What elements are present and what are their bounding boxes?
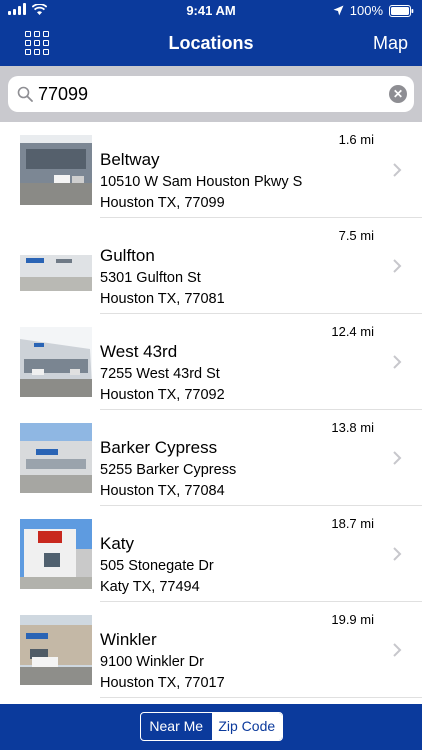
list-item[interactable]: Barker Cypress 5255 Barker Cypress Houst… (0, 410, 422, 506)
location-distance: 19.9 mi (331, 612, 374, 627)
location-address: 5255 Barker Cypress (100, 462, 237, 478)
search-mode-segmented-control: Near Me Zip Code (140, 712, 283, 741)
location-photo (20, 615, 92, 685)
list-item[interactable]: West 43rd 7255 West 43rd St Houston TX, … (0, 314, 422, 410)
location-name: Barker Cypress (100, 438, 218, 457)
near-me-tab[interactable]: Near Me (141, 713, 212, 740)
chevron-right-icon (393, 643, 402, 657)
location-address: 10510 W Sam Houston Pkwy S (100, 174, 303, 190)
chevron-right-icon (393, 259, 402, 273)
chevron-right-icon (393, 163, 402, 177)
bottom-bar: Near Me Zip Code (0, 704, 422, 750)
location-name: Winkler (100, 630, 157, 649)
map-button[interactable]: Map (373, 33, 408, 54)
location-address: 505 Stonegate Dr (100, 558, 214, 574)
list-item[interactable]: Gulfton 5301 Gulfton St Houston TX, 7708… (0, 218, 422, 314)
location-city: Katy TX, 77494 (100, 579, 200, 595)
location-list[interactable]: Beltway 10510 W Sam Houston Pkwy S Houst… (0, 122, 422, 704)
location-distance: 18.7 mi (331, 516, 374, 531)
location-address: 9100 Winkler Dr (100, 654, 204, 670)
list-item[interactable]: Winkler 9100 Winkler Dr Houston TX, 7701… (0, 602, 422, 698)
location-photo (20, 519, 92, 589)
chevron-right-icon (393, 547, 402, 561)
location-name: West 43rd (100, 342, 178, 361)
location-city: Houston TX, 77084 (100, 483, 225, 499)
location-arrow-icon (333, 5, 344, 16)
battery-percent: 100% (349, 3, 383, 18)
location-name: Katy (100, 534, 135, 553)
location-city: Houston TX, 77081 (100, 291, 225, 307)
location-address: 5301 Gulfton St (100, 270, 201, 286)
search-input[interactable] (38, 82, 378, 106)
status-right: 100% (333, 3, 414, 18)
location-photo (20, 327, 92, 397)
location-city: Houston TX, 77017 (100, 675, 225, 691)
search-bar: ✕ (0, 66, 422, 122)
status-bar: 9:41 AM 100% (0, 0, 422, 22)
location-distance: 12.4 mi (331, 324, 374, 339)
zip-code-tab[interactable]: Zip Code (211, 713, 282, 740)
location-distance: 13.8 mi (331, 420, 374, 435)
top-bar: 9:41 AM 100% Locations Map (0, 0, 422, 66)
chevron-right-icon (393, 451, 402, 465)
list-item[interactable]: Katy 505 Stonegate Dr Katy TX, 77494 18.… (0, 506, 422, 602)
chevron-right-icon (393, 355, 402, 369)
location-distance: 1.6 mi (338, 132, 374, 147)
location-name: Gulfton (100, 246, 155, 265)
battery-icon (389, 4, 414, 17)
location-city: Houston TX, 77092 (100, 387, 225, 403)
clear-icon[interactable]: ✕ (389, 85, 407, 103)
location-city: Houston TX, 77099 (100, 195, 225, 211)
list-item[interactable]: Beltway 10510 W Sam Houston Pkwy S Houst… (0, 122, 422, 218)
location-photo (20, 231, 92, 301)
location-distance: 7.5 mi (338, 228, 374, 243)
location-address: 7255 West 43rd St (100, 366, 220, 382)
location-photo (20, 423, 92, 493)
page-title: Locations (168, 33, 254, 53)
location-name: Beltway (100, 150, 160, 169)
location-photo (20, 135, 92, 205)
search-icon (17, 86, 33, 102)
nav-bar: Locations Map (0, 22, 422, 66)
search-field[interactable]: ✕ (8, 76, 414, 112)
